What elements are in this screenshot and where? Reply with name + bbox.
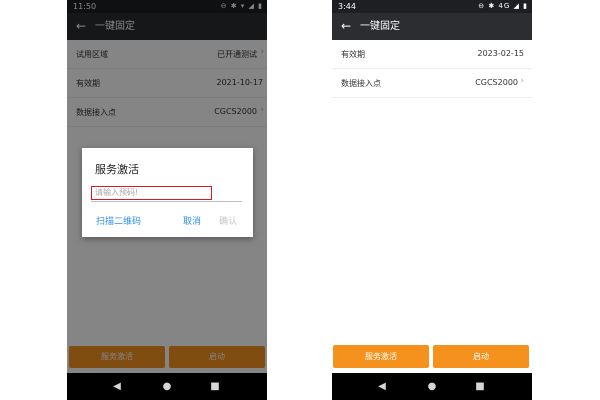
chevron-right-icon: › xyxy=(520,76,524,86)
confirm-button[interactable]: 确认 xyxy=(219,214,237,227)
right-phone-screen: 3:44 ⊖ ✱ 4G ◢ ▮ ← 一键固定 有效期 2023-02-15 数据… xyxy=(332,0,532,400)
nav-back-icon[interactable]: ◀ xyxy=(372,373,392,400)
row-value: 2023-02-15 xyxy=(477,49,525,58)
title-bar: ← 一键固定 xyxy=(332,13,532,40)
list-item-access-point[interactable]: 数据接入点 CGCS2000 › xyxy=(332,69,532,98)
row-label: 数据接入点 xyxy=(341,79,381,88)
nav-recents-icon[interactable]: ■ xyxy=(205,373,225,400)
status-time: 3:44 xyxy=(338,2,356,11)
nav-home-icon[interactable]: ● xyxy=(422,373,442,400)
start-button[interactable]: 启动 xyxy=(433,345,529,368)
bottom-button-bar: 服务激活 启动 xyxy=(332,345,532,368)
row-value: CGCS2000 xyxy=(475,78,518,87)
nav-recents-icon[interactable]: ■ xyxy=(470,373,490,400)
settings-list: 有效期 2023-02-15 数据接入点 CGCS2000 › xyxy=(332,40,532,98)
row-label: 有效期 xyxy=(341,50,365,59)
activate-service-button[interactable]: 服务激活 xyxy=(333,345,429,368)
page-title: 一键固定 xyxy=(360,21,400,32)
status-bar: 3:44 ⊖ ✱ 4G ◢ ▮ xyxy=(332,0,532,13)
dialog-title: 服务激活 xyxy=(95,163,139,176)
nav-home-icon[interactable]: ● xyxy=(157,373,177,400)
navigation-bar: ◀ ● ■ xyxy=(67,373,267,400)
input-underline xyxy=(91,201,242,202)
left-phone-screen: 11:50 ⊖ ✱ ▾ ◢ ▮ ← 一键固定 试用区域 已开通测试 › 有效期 … xyxy=(67,0,267,400)
activation-dialog: 服务激活 扫描二维码 取消 确认 xyxy=(82,148,253,237)
navigation-bar: ◀ ● ■ xyxy=(332,373,532,400)
scan-qr-button[interactable]: 扫描二维码 xyxy=(96,214,141,227)
back-arrow-icon[interactable]: ← xyxy=(339,13,353,40)
list-item-expiry: 有效期 2023-02-15 xyxy=(332,40,532,69)
nav-back-icon[interactable]: ◀ xyxy=(107,373,127,400)
cancel-button[interactable]: 取消 xyxy=(183,214,201,227)
activation-code-input[interactable] xyxy=(91,186,212,200)
status-icons: ⊖ ✱ 4G ◢ ▮ xyxy=(478,2,528,10)
